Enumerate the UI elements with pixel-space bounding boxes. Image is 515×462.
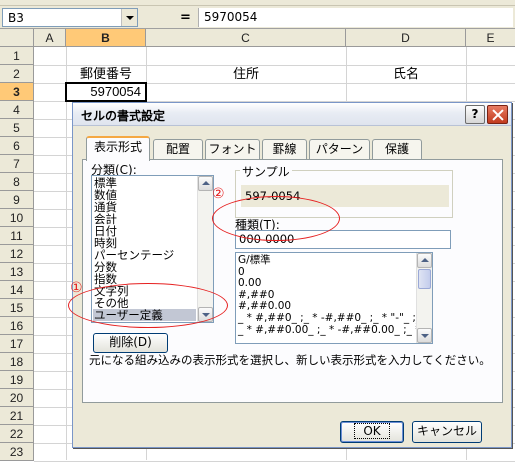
ok-button[interactable]: OK [340, 421, 404, 443]
dialog-title: セルの書式設定 [81, 109, 166, 123]
row-header-11[interactable]: 11 [0, 227, 34, 245]
type-input[interactable]: 000-0000 [235, 230, 451, 249]
formula-equals-sign: = [180, 10, 191, 25]
format-cells-dialog: セルの書式設定 ? 表示形式 配置 フォント 罫線 パターン 保護 分類(C):… [72, 102, 512, 448]
sample-group: サンプル 597-0054 [235, 163, 453, 218]
scroll-up-icon[interactable] [417, 253, 432, 268]
column-header-e[interactable]: E [466, 29, 515, 47]
close-button[interactable] [487, 105, 508, 124]
cell-b3-selected[interactable]: 5970054 [65, 82, 147, 102]
format-item[interactable]: G/標準 [238, 254, 271, 266]
format-description: 元になる組み込みの表示形式を選択し、新しい表示形式を入力してください。 [89, 353, 491, 367]
formula-value: 5970054 [204, 10, 258, 24]
tab-number[interactable]: 表示形式 [86, 136, 150, 161]
row-header-9[interactable]: 9 [0, 191, 34, 209]
row-header-14[interactable]: 14 [0, 281, 34, 299]
tab-patterns[interactable]: パターン [309, 139, 370, 159]
row-header-18[interactable]: 18 [0, 353, 34, 371]
row-header-21[interactable]: 21 [0, 407, 34, 425]
sample-value: 597-0054 [241, 185, 449, 207]
row-header-12[interactable]: 12 [0, 245, 34, 263]
scroll-up-icon[interactable] [198, 176, 213, 191]
annotation-number-2: ② [212, 186, 225, 202]
formula-bar: B3 = 5970054 [0, 6, 515, 29]
row-header-2[interactable]: 2 [0, 65, 34, 83]
row-header-6[interactable]: 6 [0, 137, 34, 155]
name-box-value: B3 [8, 11, 24, 25]
sample-label: サンプル [240, 163, 292, 180]
row-header-1[interactable]: 1 [0, 47, 34, 65]
cell-d2[interactable]: 氏名 [346, 65, 466, 83]
row-header-3[interactable]: 3 [0, 83, 34, 101]
format-item[interactable]: 0.00 [238, 277, 261, 289]
tab-border[interactable]: 罫線 [262, 139, 307, 159]
row-header-13[interactable]: 13 [0, 263, 34, 281]
row-header-15[interactable]: 15 [0, 299, 34, 317]
scroll-thumb[interactable] [418, 269, 431, 289]
row-header-19[interactable]: 19 [0, 371, 34, 389]
tab-alignment[interactable]: 配置 [153, 139, 203, 159]
cancel-button[interactable]: キャンセル [412, 421, 482, 443]
scroll-down-icon[interactable] [417, 328, 432, 343]
format-scrollbar[interactable] [416, 253, 432, 343]
column-header-b[interactable]: B [66, 29, 146, 47]
name-box[interactable]: B3 [2, 8, 138, 27]
format-item[interactable]: #,##0.00 [238, 300, 291, 312]
scroll-down-icon[interactable] [198, 307, 213, 322]
dialog-title-bar[interactable]: セルの書式設定 ? [73, 103, 511, 126]
ok-label: OK [354, 423, 390, 439]
category-scrollbar[interactable] [197, 176, 213, 322]
column-header-c[interactable]: C [146, 29, 346, 47]
format-item[interactable]: 0 [238, 266, 245, 278]
row-header-7[interactable]: 7 [0, 155, 34, 173]
annotation-number-1: ① [70, 280, 83, 296]
row-header-16[interactable]: 16 [0, 317, 34, 335]
category-item[interactable]: ユーザー定義 [93, 309, 196, 321]
row-header-4[interactable]: 4 [0, 101, 34, 119]
tab-font[interactable]: フォント [205, 139, 260, 159]
row-header-10[interactable]: 10 [0, 209, 34, 227]
column-header-a[interactable]: A [34, 29, 66, 47]
format-item[interactable]: _ * #,##0.00_ ;_ * -#,##0.00_ ;_ * "-"??… [238, 324, 432, 336]
number-format-panel: 分類(C): 標準 数値 通貨 会計 日付 時刻 パーセンテージ 分数 指数 文字列 その他 ユーザー… [82, 159, 503, 403]
select-all-corner[interactable] [0, 29, 34, 47]
cell-b2[interactable]: 郵便番号 [66, 65, 146, 83]
gridline [66, 47, 67, 460]
delete-button[interactable]: 削除(D) [93, 333, 168, 353]
format-listbox[interactable]: G/標準 0 0.00 #,##0 #,##0.00 _ * #,##0_ ;_ * -#… [235, 252, 433, 344]
row-header-23[interactable]: 23 [0, 443, 34, 461]
formula-input[interactable]: 5970054 [198, 8, 513, 27]
row-header-5[interactable]: 5 [0, 119, 34, 137]
row-header-22[interactable]: 22 [0, 425, 34, 443]
row-header-8[interactable]: 8 [0, 173, 34, 191]
format-item[interactable]: _ * #,##0_ ;_ * -#,##0_ ;_ * "-"_ ;_ @_ [238, 312, 432, 324]
row-header-17[interactable]: 17 [0, 335, 34, 353]
format-item[interactable]: #,##0 [238, 289, 274, 301]
cell-c2[interactable]: 住所 [146, 65, 346, 83]
row-header-20[interactable]: 20 [0, 389, 34, 407]
chevron-down-icon[interactable] [121, 9, 137, 26]
category-listbox[interactable]: 標準 数値 通貨 会計 日付 時刻 パーセンテージ 分数 指数 文字列 その他 ユーザー定義 [91, 175, 214, 323]
tab-protection[interactable]: 保護 [372, 139, 422, 159]
help-button[interactable]: ? [465, 105, 485, 124]
column-header-d[interactable]: D [346, 29, 466, 47]
